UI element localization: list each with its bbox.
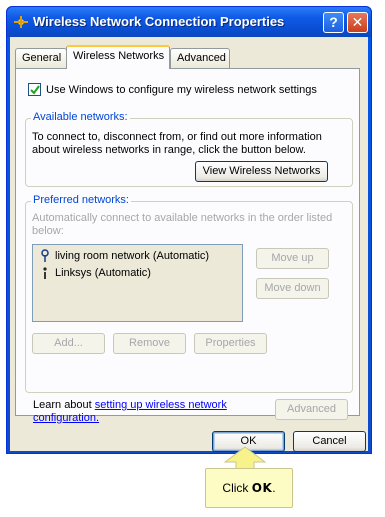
checkmark-icon [30,85,40,95]
learn-about-link-2[interactable]: configuration. [33,412,99,424]
properties-window: Wireless Network Connection Properties ?… [6,6,372,454]
available-networks-text-2: about wireless networks in range, click … [32,144,306,156]
use-windows-checkbox[interactable] [28,83,41,96]
move-down-button[interactable]: Move down [256,278,329,299]
preferred-networks-group: Preferred networks: Automatically connec… [25,194,353,393]
tab-wireless-networks[interactable]: Wireless Networks [66,45,170,69]
network-connection-icon [14,16,28,28]
callout-emphasis: OK [251,481,273,495]
cancel-button[interactable]: Cancel [293,431,366,452]
learn-about-link[interactable]: setting up wireless network [95,399,227,411]
preferred-networks-text-2: below: [32,225,64,237]
callout-suffix: . [272,481,276,495]
view-wireless-networks-button[interactable]: View Wireless Networks [195,161,328,182]
close-button[interactable]: ✕ [347,12,368,33]
network-name: Linksys (Automatic) [55,266,151,279]
list-item[interactable]: living room network (Automatic) [39,249,209,262]
help-button[interactable]: ? [323,12,344,33]
available-networks-legend: Available networks: [31,111,130,123]
preferred-networks-text-1: Automatically connect to available netwo… [32,212,333,224]
add-button[interactable]: Add... [32,333,105,354]
preferred-networks-list[interactable]: living room network (Automatic) Linksys … [32,244,243,322]
available-networks-group: Available networks: To connect to, disco… [25,111,353,187]
network-name: living room network (Automatic) [55,249,210,262]
title-bar[interactable]: Wireless Network Connection Properties ?… [7,7,371,37]
window-title: Wireless Network Connection Properties [33,14,285,29]
move-up-button[interactable]: Move up [256,248,329,269]
available-networks-text-1: To connect to, disconnect from, or find … [32,131,322,143]
properties-button[interactable]: Properties [194,333,267,354]
callout-arrow-icon [223,446,267,470]
remove-button[interactable]: Remove [113,333,186,354]
tab-general[interactable]: General [15,48,67,68]
use-windows-row[interactable]: Use Windows to configure my wireless net… [28,83,317,96]
learn-about-text: Learn about setting up wireless network … [33,399,227,425]
tab-advanced[interactable]: Advanced [170,48,230,68]
learn-about-prefix: Learn about [33,399,95,411]
advanced-button[interactable]: Advanced [275,399,348,420]
wireless-networks-page: Use Windows to configure my wireless net… [15,68,360,424]
wireless-antenna-icon [43,267,47,279]
callout-prefix: Click [222,481,252,495]
dialog-body: General Wireless Networks Advanced Use W… [10,37,368,452]
list-item[interactable]: Linksys (Automatic) [39,266,151,279]
wireless-antenna-icon [41,249,49,262]
preferred-networks-legend: Preferred networks: [31,194,131,206]
instruction-callout: Click OK. [205,468,293,508]
use-windows-label: Use Windows to configure my wireless net… [46,83,317,96]
